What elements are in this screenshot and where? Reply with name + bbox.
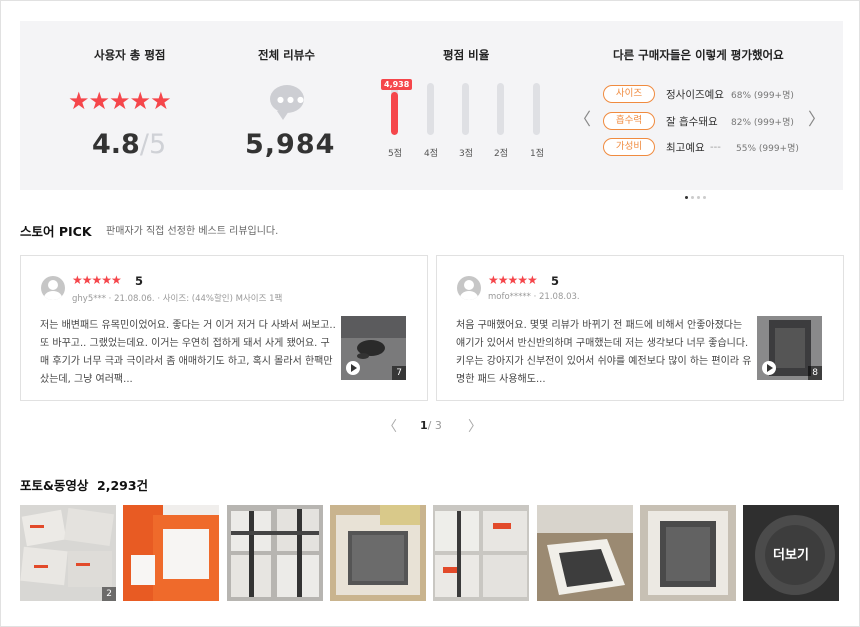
keyword-percent: 68% (999+명) xyxy=(731,90,794,101)
photo-thumb[interactable] xyxy=(537,505,633,601)
keyword-value: 잘 흡수돼요 xyxy=(666,115,718,128)
rating-bar-label: 1점 xyxy=(529,149,544,159)
photo-more[interactable]: 더보기 xyxy=(743,505,839,601)
review-stars: ★★★★★ xyxy=(72,273,122,287)
photo-thumb[interactable] xyxy=(640,505,736,601)
review-thumbnail[interactable]: 7 xyxy=(341,316,406,380)
photo-thumb[interactable] xyxy=(433,505,529,601)
photo-image xyxy=(123,505,219,601)
play-icon xyxy=(762,361,776,375)
keyword-dash: --- xyxy=(710,141,721,153)
review-body: 처음 구매했어요. 몇몇 리뷰가 바뀌기 전 패드에 비해서 안좋아졌다는 얘기… xyxy=(456,320,752,385)
speech-bubble-icon: ●●● xyxy=(270,85,304,120)
keyword-row-size: 사이즈 정사이즈예요 68% (999+명) xyxy=(603,85,794,103)
avatar xyxy=(41,276,65,300)
photo-count: 7 xyxy=(392,366,406,380)
rating-bar xyxy=(533,83,540,135)
rating-bar-fill xyxy=(391,92,398,135)
keyword-tag[interactable]: 가성비 xyxy=(603,138,655,156)
chevron-right-icon[interactable]: 〉 xyxy=(468,416,482,436)
photo-thumb[interactable] xyxy=(330,505,426,601)
ratio-title: 평점 비율 xyxy=(443,48,490,62)
review-card[interactable]: ★★★★★ 5 ghy5*** · 21.08.06. · 사이즈: (44%할… xyxy=(20,255,428,401)
keyword-row-value: 가성비 최고예요 --- 55% (999+명) xyxy=(603,138,799,156)
review-stars: ★★★★★ xyxy=(488,273,538,287)
rating-bar-badge: 4,938 xyxy=(381,79,413,90)
rating-ratio-bars: 5점 4,938 4점 3점 2점 1점 xyxy=(379,79,559,181)
keyword-pager-dots[interactable] xyxy=(685,184,709,203)
photo-count: 2 xyxy=(102,587,116,601)
keywords-title: 다른 구매자들은 이렇게 평가했어요 xyxy=(613,48,784,62)
rating-stars: ★★★★★ xyxy=(68,87,172,115)
photo-thumb[interactable] xyxy=(123,505,219,601)
photo-image xyxy=(433,505,529,601)
review-score: 5 xyxy=(551,274,560,288)
keyword-percent: 55% (999+명) xyxy=(736,143,799,154)
photo-image xyxy=(640,505,736,601)
photo-image xyxy=(330,505,426,601)
rating-score: 4.8/5 xyxy=(92,129,167,160)
reviews-count: 5,984 xyxy=(245,129,336,160)
store-pick-desc: 판매자가 직접 선정한 베스트 리뷰입니다. xyxy=(106,226,279,237)
keyword-tag[interactable]: 흡수력 xyxy=(603,112,655,130)
rating-bar xyxy=(391,83,398,135)
chevron-left-icon[interactable]: 〈 xyxy=(383,416,397,436)
rating-bar xyxy=(497,83,504,135)
rating-bar-label: 4점 xyxy=(423,149,438,159)
play-icon xyxy=(346,361,360,375)
review-body: 저는 배변패드 유목민이었어요. 좋다는 거 이거 저거 다 사봐서 써보고..… xyxy=(40,320,336,385)
rating-bar xyxy=(462,83,469,135)
photo-thumb[interactable]: 2 xyxy=(20,505,116,601)
review-thumbnail[interactable]: 8 xyxy=(757,316,822,380)
avatar xyxy=(457,276,481,300)
review-card[interactable]: ★★★★★ 5 mofo***** · 21.08.03. 처음 구매했어요. … xyxy=(436,255,844,401)
photo-thumb[interactable] xyxy=(227,505,323,601)
reviews-title: 전체 리뷰수 xyxy=(258,48,315,62)
rating-title: 사용자 총 평점 xyxy=(94,48,166,62)
photo-section-title: 포토&동영상 xyxy=(20,478,89,493)
rating-bar xyxy=(427,83,434,135)
chevron-left-icon[interactable]: 〈 xyxy=(574,105,591,130)
review-score: 5 xyxy=(135,274,144,288)
rating-bar-label: 3점 xyxy=(458,149,473,159)
photo-image xyxy=(227,505,323,601)
photo-count: 8 xyxy=(808,366,822,380)
review-meta: ghy5*** · 21.08.06. · 사이즈: (44%할인) M사이즈 … xyxy=(72,294,283,304)
photo-image xyxy=(537,505,633,601)
more-button[interactable]: 더보기 xyxy=(743,505,839,601)
rating-bar-label: 2점 xyxy=(493,149,508,159)
keyword-value: 정사이즈예요 xyxy=(666,88,724,101)
keyword-tag[interactable]: 사이즈 xyxy=(603,85,655,103)
rating-bar-label: 5점 xyxy=(387,149,402,159)
photo-section-count: 2,293건 xyxy=(97,478,149,493)
keyword-percent: 82% (999+명) xyxy=(731,117,794,128)
store-pick-title: 스토어 PICK xyxy=(20,224,92,239)
page-indicator: 1/ 3 xyxy=(420,419,442,432)
pick-pager: 〈 1/ 3 〉 xyxy=(383,418,483,436)
review-summary: 사용자 총 평점 ★★★★★ 4.8/5 전체 리뷰수 ●●● 5,984 평점… xyxy=(20,21,843,199)
chevron-right-icon[interactable]: 〉 xyxy=(808,105,825,130)
keyword-row-absorb: 흡수력 잘 흡수돼요 82% (999+명) xyxy=(603,112,794,130)
review-meta: mofo***** · 21.08.03. xyxy=(488,292,580,302)
